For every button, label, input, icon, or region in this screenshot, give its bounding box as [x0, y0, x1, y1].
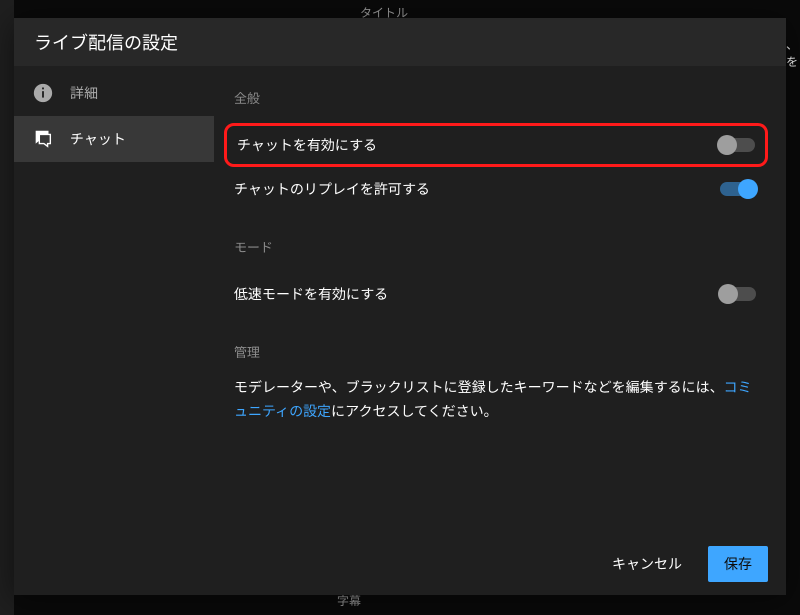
management-description: モデレーターや、ブラックリストに登録したキーワードなどを編集するには、コミュニテ…	[234, 377, 756, 425]
nav-item-chat[interactable]: チャット	[14, 116, 214, 162]
dialog-nav: 詳細 チャット	[14, 66, 214, 533]
toggle-allow-replay[interactable]	[720, 182, 756, 196]
dialog-content: 全般 チャットを有効にする チャットのリプレイを許可する モード 低速モードを有…	[214, 66, 786, 533]
setting-enable-chat-label: チャットを有効にする	[237, 135, 377, 155]
dialog-header: ライブ配信の設定	[14, 18, 786, 66]
save-button[interactable]: 保存	[708, 546, 768, 582]
nav-item-details[interactable]: 詳細	[14, 70, 214, 116]
toggle-slow-mode[interactable]	[720, 287, 756, 301]
dialog-title: ライブ配信の設定	[34, 29, 178, 55]
dialog-footer: キャンセル 保存	[14, 533, 786, 595]
setting-slow-mode-row: 低速モードを有効にする	[234, 272, 756, 316]
setting-allow-replay-row: チャットのリプレイを許可する	[234, 167, 756, 211]
section-general: 全般	[234, 88, 756, 107]
section-management: 管理	[234, 342, 756, 361]
section-mode: モード	[234, 237, 756, 256]
settings-dialog: ライブ配信の設定 詳細 チャット 全般 チャットを有効にする チャットのリプレイ…	[14, 18, 786, 595]
toggle-enable-chat[interactable]	[719, 138, 755, 152]
setting-slow-mode-label: 低速モードを有効にする	[234, 284, 388, 304]
setting-enable-chat-row: チャットを有効にする	[224, 123, 768, 167]
cancel-button[interactable]: キャンセル	[596, 546, 698, 582]
info-icon	[32, 82, 54, 104]
setting-allow-replay-label: チャットのリプレイを許可する	[234, 179, 430, 199]
chat-icon	[32, 128, 54, 150]
nav-label-chat: チャット	[70, 129, 126, 149]
nav-label-details: 詳細	[70, 83, 98, 103]
